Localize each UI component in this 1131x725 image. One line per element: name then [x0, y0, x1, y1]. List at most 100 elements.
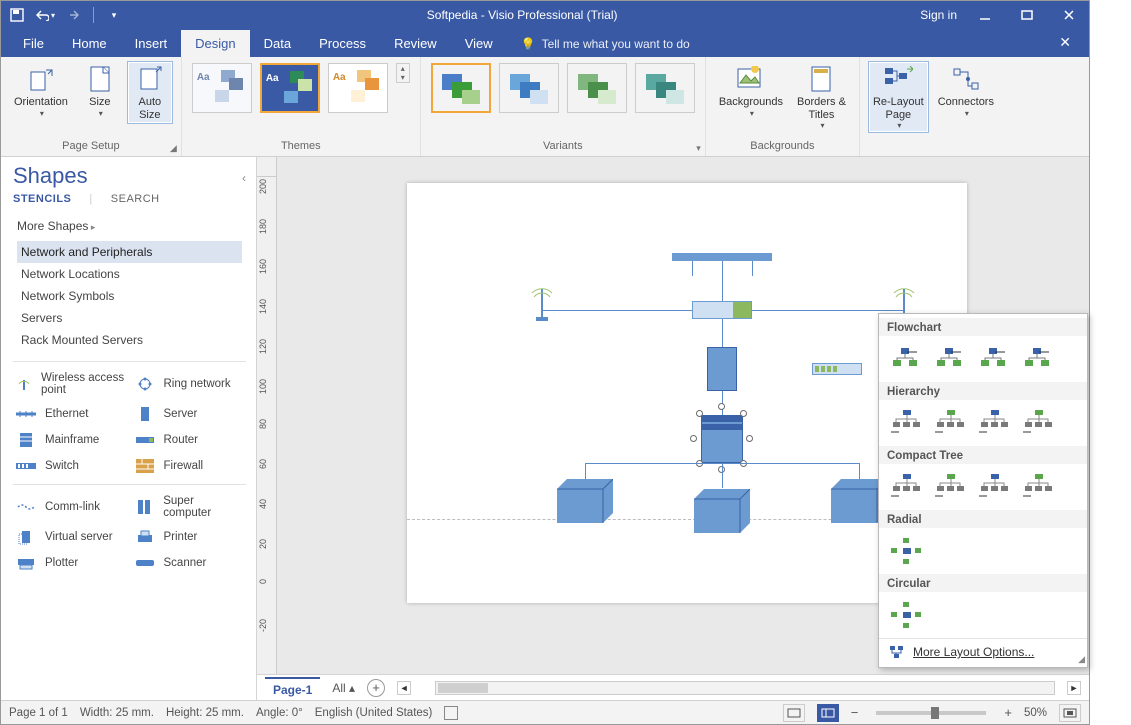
themes-more-button[interactable]: ▴▾ — [396, 63, 410, 83]
shape-printer[interactable]: Printer — [132, 525, 247, 549]
tab-process[interactable]: Process — [305, 30, 380, 57]
layout-option-hierarchy-2[interactable] — [975, 406, 1015, 440]
shape-node-2[interactable] — [694, 489, 750, 533]
shape-wireless-access-point[interactable]: Wireless access point — [13, 368, 128, 400]
shape-wireless-ap-left[interactable] — [530, 283, 554, 323]
layout-option-radial-0[interactable] — [887, 534, 927, 568]
connector[interactable] — [722, 276, 723, 301]
theme-swatch-0[interactable]: Aa — [192, 63, 252, 113]
shape-ring-network[interactable]: Ring network — [132, 368, 247, 400]
layout-option-compact-tree-0[interactable] — [887, 470, 927, 504]
shape-node-1[interactable] — [557, 479, 613, 523]
shape-router[interactable]: Router — [132, 428, 247, 452]
theme-swatch-2[interactable]: Aa — [328, 63, 388, 113]
tab-file[interactable]: File — [9, 30, 58, 57]
selection-handle[interactable] — [690, 435, 697, 442]
shape-server[interactable] — [707, 347, 737, 391]
size-button[interactable]: Size▾ — [77, 61, 123, 121]
normal-view-button[interactable] — [817, 704, 839, 722]
scroll-right-button[interactable]: ► — [1067, 681, 1081, 695]
stencil-network-symbols[interactable]: Network Symbols — [17, 285, 242, 307]
collapse-shapes-icon[interactable]: ‹ — [242, 171, 246, 185]
page-tab-1[interactable]: Page-1 — [265, 677, 320, 699]
layout-option-hierarchy-0[interactable] — [887, 406, 927, 440]
shape-ethernet[interactable] — [672, 253, 772, 261]
resize-grip-icon[interactable]: ◢ — [1078, 654, 1085, 665]
tab-data[interactable]: Data — [250, 30, 305, 57]
qat-customize-icon[interactable]: ▾ — [104, 5, 124, 25]
stencil-network-and-peripherals[interactable]: Network and Peripherals — [17, 241, 242, 263]
layout-option-flowchart-0[interactable] — [887, 342, 927, 376]
shape-virtual-server[interactable]: Virtual server — [13, 525, 128, 549]
zoom-out-button[interactable]: − — [851, 705, 859, 720]
tab-search[interactable]: SEARCH — [111, 193, 160, 207]
orientation-button[interactable]: Orientation▾ — [9, 61, 73, 121]
fit-to-window-button[interactable] — [1059, 704, 1081, 722]
layout-option-flowchart-1[interactable] — [931, 342, 971, 376]
theme-swatch-1[interactable]: Aa — [260, 63, 320, 113]
stencil-network-locations[interactable]: Network Locations — [17, 263, 242, 285]
undo-icon[interactable]: ▾ — [35, 5, 55, 25]
variant-swatch-2[interactable] — [567, 63, 627, 113]
close-file-button[interactable]: ✕ — [1041, 28, 1089, 57]
selection-handle[interactable] — [718, 403, 725, 410]
tab-design[interactable]: Design — [181, 30, 249, 57]
shape-server[interactable]: Server — [132, 402, 247, 426]
zoom-in-button[interactable]: + — [1004, 705, 1012, 720]
stencil-servers[interactable]: Servers — [17, 307, 242, 329]
scroll-left-button[interactable]: ◄ — [397, 681, 411, 695]
redo-icon[interactable] — [63, 5, 83, 25]
layout-option-compact-tree-3[interactable] — [1019, 470, 1059, 504]
zoom-slider[interactable] — [876, 711, 986, 715]
shape-super-computer[interactable]: Super computer — [132, 491, 247, 523]
shape-mainframe-selected[interactable] — [701, 415, 743, 463]
borders-titles-button[interactable]: Borders & Titles▾ — [792, 61, 851, 133]
variant-swatch-0[interactable] — [431, 63, 491, 113]
shape-comm-link[interactable]: Comm-link — [13, 491, 128, 523]
shape-switch[interactable]: Switch — [13, 454, 128, 478]
horizontal-scrollbar[interactable] — [435, 681, 1055, 695]
shape-scanner[interactable]: Scanner — [132, 551, 247, 575]
shape-mainframe[interactable]: Mainframe — [13, 428, 128, 452]
stencil-rack-mounted-servers[interactable]: Rack Mounted Servers — [17, 329, 242, 351]
all-pages-button[interactable]: All ▴ — [332, 681, 355, 695]
status-language[interactable]: English (United States) — [315, 707, 433, 719]
dialog-launcher-icon[interactable]: ◢ — [170, 143, 177, 154]
shape-firewall[interactable]: Firewall — [132, 454, 247, 478]
shape-router[interactable] — [692, 301, 752, 319]
maximize-button[interactable] — [1013, 5, 1041, 25]
layout-option-hierarchy-3[interactable] — [1019, 406, 1059, 440]
ruler-vertical[interactable]: 200180160140120100806040200-20 — [257, 177, 277, 674]
save-icon[interactable] — [7, 5, 27, 25]
layout-option-circular-0[interactable] — [887, 598, 927, 632]
macro-record-icon[interactable] — [444, 706, 458, 720]
more-shapes[interactable]: More Shapes — [13, 215, 246, 237]
connector[interactable] — [722, 463, 723, 488]
shape-ethernet[interactable]: Ethernet — [13, 402, 128, 426]
tab-view[interactable]: View — [451, 30, 507, 57]
layout-option-flowchart-2[interactable] — [975, 342, 1015, 376]
layout-option-flowchart-3[interactable] — [1019, 342, 1059, 376]
backgrounds-button[interactable]: Backgrounds▾ — [714, 61, 788, 121]
variant-swatch-1[interactable] — [499, 63, 559, 113]
more-layout-options[interactable]: More Layout Options... — [879, 638, 1087, 665]
variants-more-icon[interactable]: ▾ — [696, 143, 701, 154]
tab-home[interactable]: Home — [58, 30, 121, 57]
tell-me-search[interactable]: 💡 Tell me what you want to do — [507, 31, 704, 57]
selection-handle[interactable] — [740, 410, 747, 417]
relayout-page-button[interactable]: Re-Layout Page▾ — [868, 61, 929, 133]
add-page-button[interactable]: + — [367, 679, 385, 697]
variant-swatch-3[interactable] — [635, 63, 695, 113]
minimize-button[interactable] — [971, 5, 999, 25]
layout-option-compact-tree-2[interactable] — [975, 470, 1015, 504]
auto-size-button[interactable]: Auto Size — [127, 61, 173, 124]
selection-handle[interactable] — [696, 410, 703, 417]
close-button[interactable] — [1055, 5, 1083, 25]
sign-in-link[interactable]: Sign in — [920, 8, 957, 22]
layout-option-compact-tree-1[interactable] — [931, 470, 971, 504]
selection-handle[interactable] — [746, 435, 753, 442]
connector[interactable] — [752, 261, 753, 276]
connector[interactable] — [585, 463, 860, 464]
connector[interactable] — [722, 319, 723, 347]
zoom-level[interactable]: 50% — [1024, 707, 1047, 719]
